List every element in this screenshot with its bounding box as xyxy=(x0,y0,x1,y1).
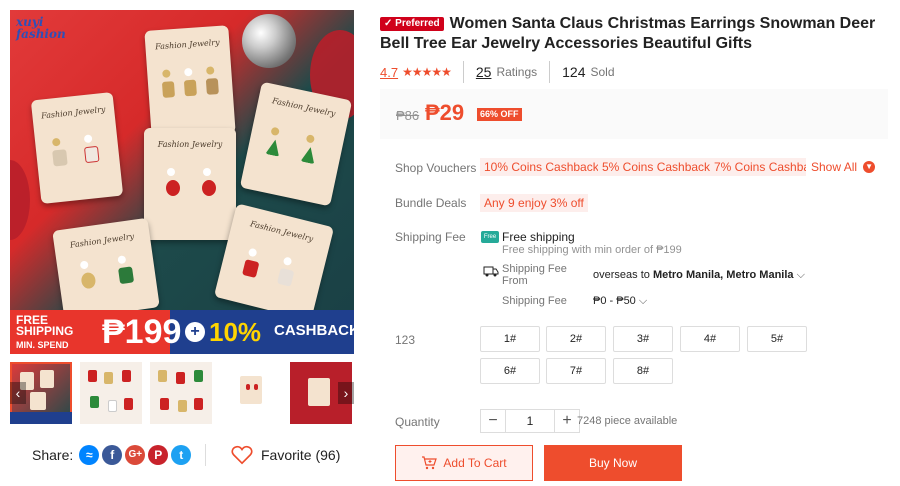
variation-option[interactable]: 3# xyxy=(613,326,673,352)
banner-plus: + xyxy=(185,322,205,342)
variation-label: 123 xyxy=(395,333,416,347)
google-plus-icon[interactable]: G+ xyxy=(125,445,146,465)
shipping-label: Shipping Fee xyxy=(395,230,466,244)
variation-option[interactable]: 1# xyxy=(480,326,540,352)
thumbnail-next-button[interactable]: › xyxy=(338,382,354,404)
earring-card: Fashion Jewelry xyxy=(144,25,236,139)
shipping-destination-selector[interactable]: overseas to Metro Manila, Metro Manila ⌵ xyxy=(593,269,805,282)
earring-card: Fashion Jewelry xyxy=(52,217,160,321)
variation-option[interactable]: 4# xyxy=(680,326,740,352)
tinsel-decoration xyxy=(10,160,30,240)
banner-cashback: CASHBACK xyxy=(274,322,354,339)
main-product-image[interactable]: xuyi fashion Fashion Jewelry Fashion Jew… xyxy=(10,10,354,354)
banner-free-shipping: FREE SHIPPING xyxy=(16,313,74,338)
quantity-increase-button[interactable]: + xyxy=(555,410,579,432)
discount-badge: 66% OFF xyxy=(477,108,522,121)
thumbnail-strip: ‹ › xyxy=(10,362,354,424)
heart-icon xyxy=(231,445,253,465)
buy-now-button[interactable]: Buy Now xyxy=(544,445,682,481)
favorite-label: Favorite (96) xyxy=(261,447,341,463)
cart-icon xyxy=(422,456,438,470)
add-to-cart-button[interactable]: Add To Cart xyxy=(395,445,533,481)
brand-logo: xuyi fashion xyxy=(16,15,66,41)
disco-ball-decoration xyxy=(242,14,296,68)
free-shipping-subtitle: Free shipping with min order of ₱199 xyxy=(502,244,682,256)
voucher-chip[interactable]: 7% Coins Cashback xyxy=(710,158,806,176)
share-row: Share: ≈ f G+ P t xyxy=(32,444,194,466)
thumbnail[interactable] xyxy=(150,362,212,424)
rating-value[interactable]: 4.7 xyxy=(380,65,398,80)
banner-percent: 10% xyxy=(209,317,262,347)
shipping-fee-range[interactable]: ₱0 - ₱50 ⌵ xyxy=(593,295,647,308)
ratings-label: Ratings xyxy=(496,65,538,79)
chevron-down-icon: ⌵ xyxy=(638,295,648,307)
banner-min-spend: MIN. SPEND xyxy=(16,340,69,350)
free-shipping-title: Free shipping xyxy=(502,230,575,244)
free-shipping-icon: Free xyxy=(481,231,499,243)
original-price: ₱86 xyxy=(396,108,420,123)
product-photo: xuyi fashion Fashion Jewelry Fashion Jew… xyxy=(10,10,354,321)
rating-stars-icon: ★★★★★ xyxy=(402,65,452,79)
shipping-fee-label: Shipping Fee xyxy=(502,295,567,307)
thumbnail[interactable] xyxy=(220,362,282,424)
product-title: ✓ Preferred Women Santa Claus Christmas E… xyxy=(380,15,876,52)
thumbnail-prev-button[interactable]: ‹ xyxy=(10,382,26,404)
variation-option[interactable]: 8# xyxy=(613,358,673,384)
voucher-chip[interactable]: 10% Coins Cashback xyxy=(480,158,603,176)
share-divider xyxy=(205,444,206,466)
quantity-stepper: − 1 + xyxy=(480,409,580,433)
favorite-button[interactable]: Favorite (96) xyxy=(231,444,340,466)
share-label: Share: xyxy=(32,447,74,463)
preferred-badge: ✓ Preferred xyxy=(380,17,444,31)
variation-option[interactable]: 5# xyxy=(747,326,807,352)
twitter-icon[interactable]: t xyxy=(171,445,192,465)
variation-option[interactable]: 7# xyxy=(546,358,606,384)
variation-option[interactable]: 2# xyxy=(546,326,606,352)
quantity-label: Quantity xyxy=(395,415,440,429)
chevron-down-icon: ▼ xyxy=(863,161,876,173)
bundle-deal-chip[interactable]: Any 9 enjoy 3% off xyxy=(480,194,588,212)
earring-card: Fashion Jewelry xyxy=(239,81,353,207)
banner-amount: ₱199 xyxy=(102,313,182,351)
current-price: ₱29 xyxy=(425,100,465,125)
price-box: ₱86 ₱29 66% OFF xyxy=(380,89,888,139)
variation-option[interactable]: 6# xyxy=(480,358,540,384)
quantity-decrease-button[interactable]: − xyxy=(481,410,505,432)
messenger-icon[interactable]: ≈ xyxy=(79,445,100,465)
pinterest-icon[interactable]: P xyxy=(148,445,169,465)
shipping-fee-from-label: Shipping Fee From xyxy=(502,263,567,287)
voucher-chip[interactable]: 5% Coins Cashback xyxy=(598,158,715,176)
thumbnail[interactable] xyxy=(80,362,142,424)
chevron-down-icon: ⌵ xyxy=(796,269,805,281)
sold-count: 124 xyxy=(562,64,586,80)
promo-banner: FREE SHIPPING MIN. SPEND ₱199 + 10% CASH… xyxy=(10,310,354,354)
ratings-count[interactable]: 25 xyxy=(476,64,492,80)
earring-card: Fashion Jewelry xyxy=(144,128,236,240)
quantity-input[interactable]: 1 xyxy=(505,410,555,432)
stock-available: 7248 piece available xyxy=(577,415,678,427)
earring-card: Fashion Jewelry xyxy=(30,91,124,205)
truck-icon xyxy=(483,266,499,277)
earring-card: Fashion Jewelry xyxy=(213,203,335,321)
facebook-icon[interactable]: f xyxy=(102,445,123,465)
bundle-deals-label: Bundle Deals xyxy=(395,196,467,210)
rating-row: 4.7 ★★★★★ 25 Ratings 124 Sold xyxy=(380,61,615,83)
shop-vouchers-label: Shop Vouchers xyxy=(395,161,477,175)
show-all-vouchers-button[interactable]: Show All ▼ xyxy=(811,160,876,174)
sold-label: Sold xyxy=(590,65,615,79)
